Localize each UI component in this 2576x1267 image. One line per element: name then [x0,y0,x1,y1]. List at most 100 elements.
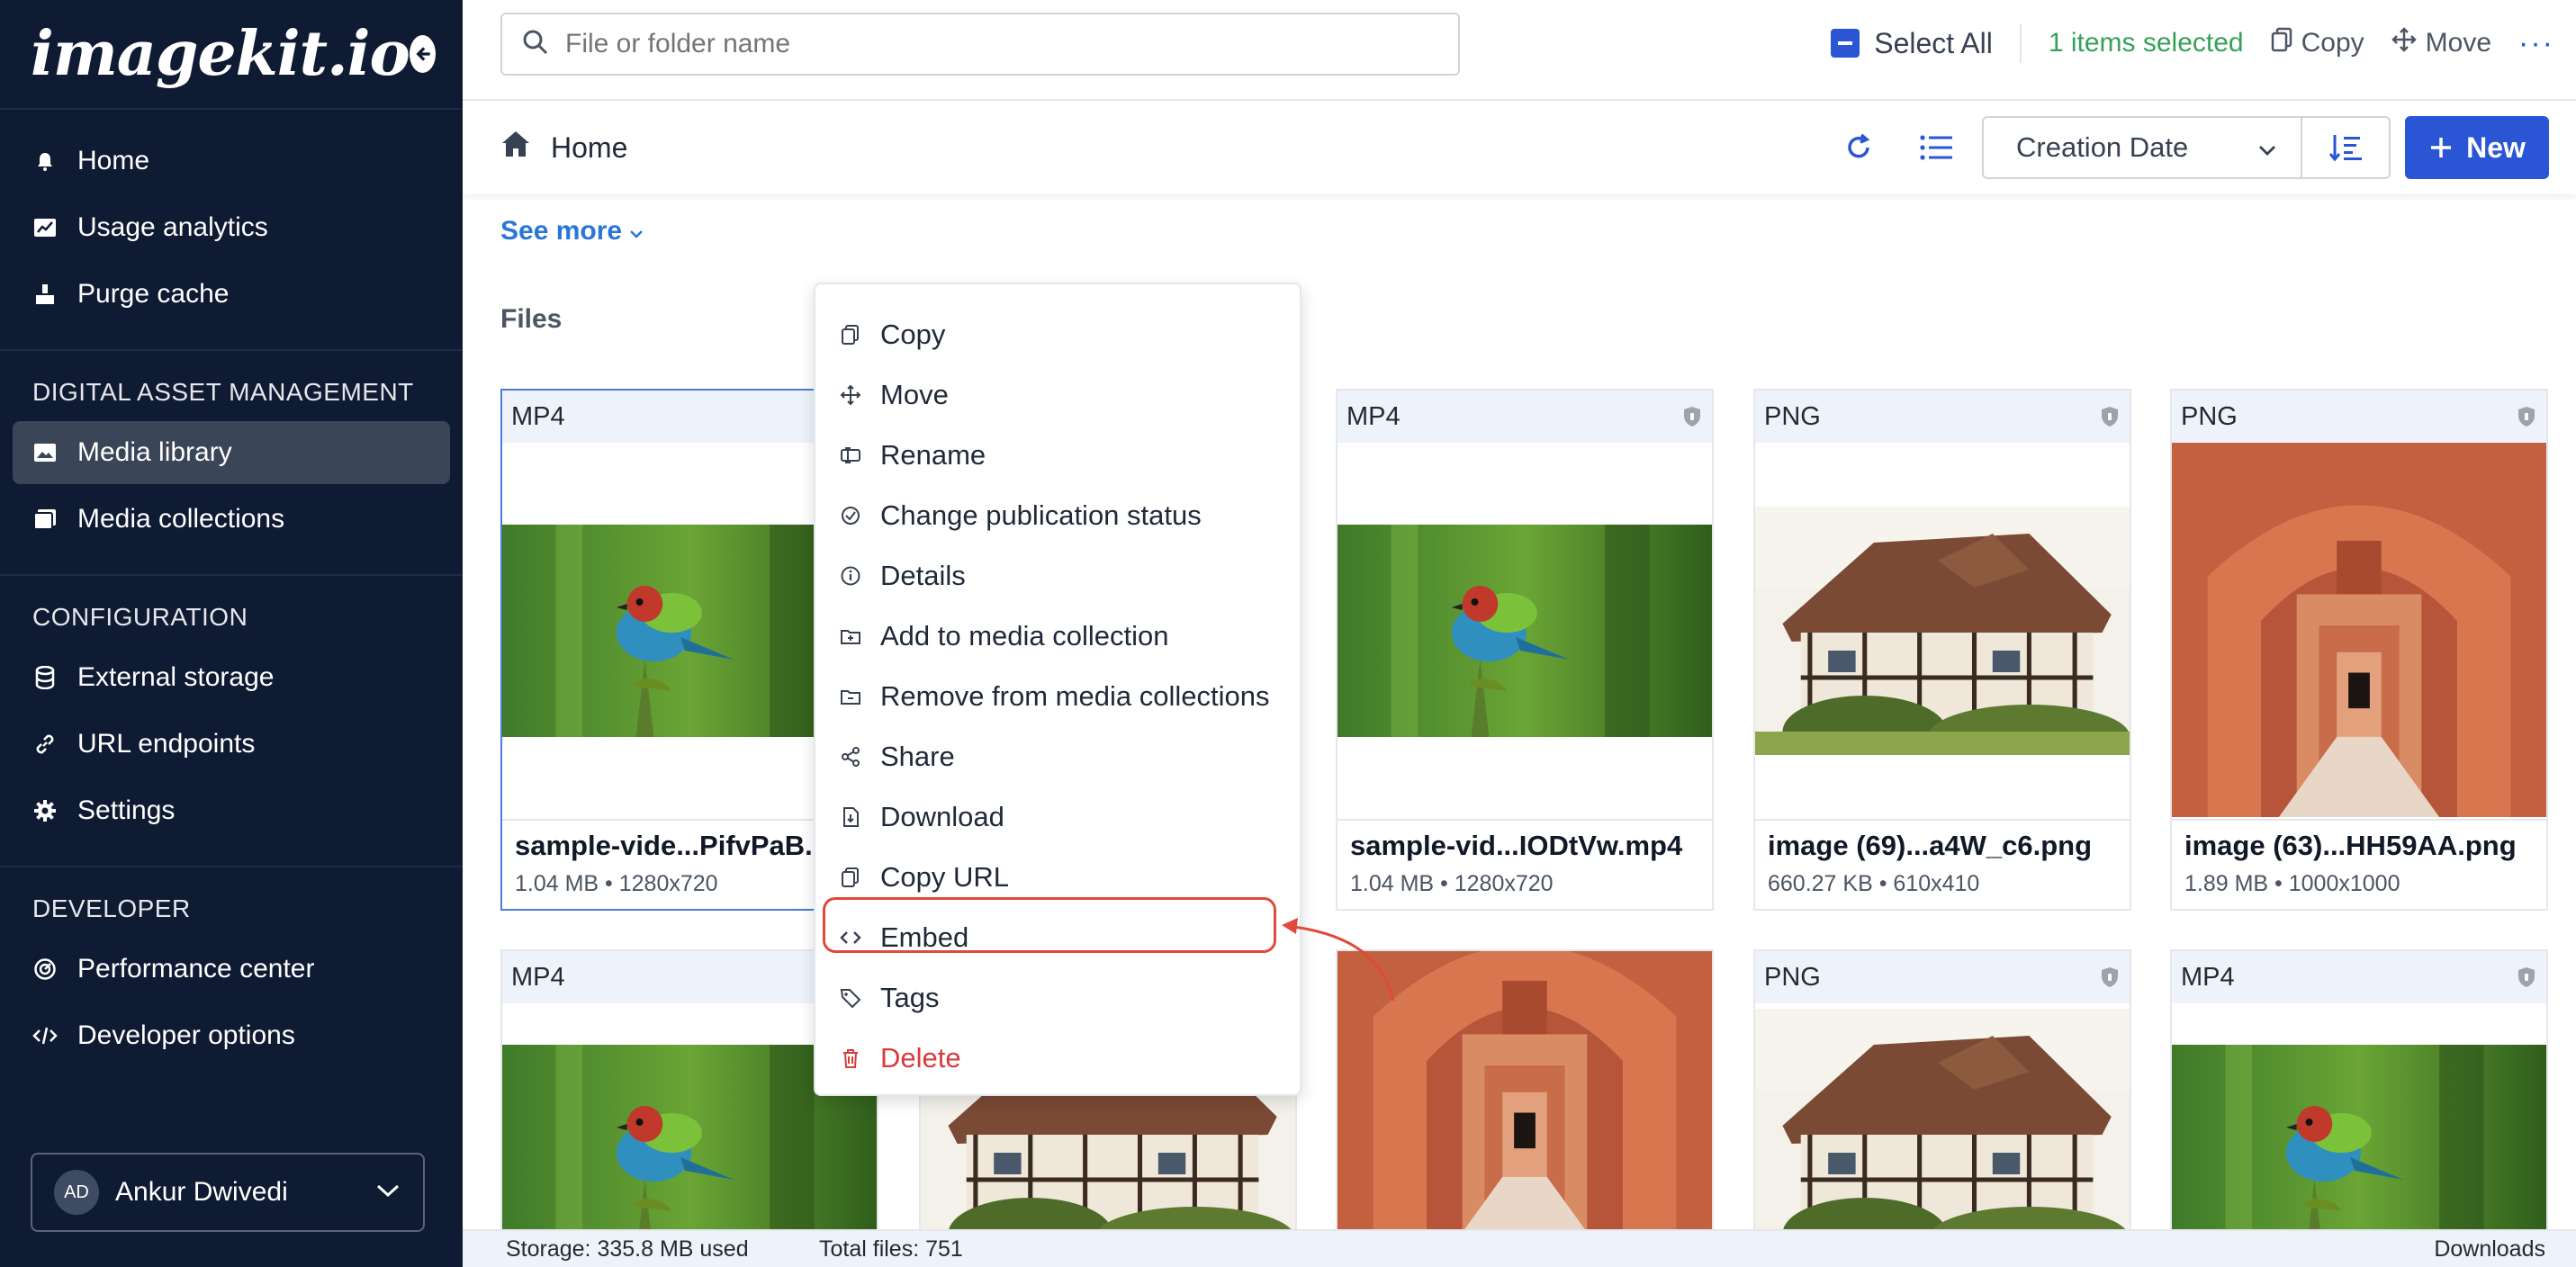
menu-item-share[interactable]: Share [815,726,1300,786]
collapse-sidebar-button[interactable] [409,35,436,73]
sidebar-item-developer-options[interactable]: Developer options [13,1004,450,1067]
broom-icon [32,282,58,307]
user-menu[interactable]: AD Ankur Dwivedi [31,1153,425,1232]
sidebar-item-media-library[interactable]: Media library [13,421,450,484]
copy-button[interactable]: Copy [2271,27,2364,59]
sidebar-item-label: Home [77,146,150,175]
move-button[interactable]: Move [2391,27,2491,59]
menu-item-add-to-media-collection[interactable]: Add to media collection [815,606,1300,666]
share-icon [839,745,862,768]
select-all-toggle[interactable]: Select All [1831,27,1993,60]
gauge-icon [32,957,58,982]
menu-item-label: Add to media collection [880,619,1169,651]
move-icon [839,383,862,407]
see-more-link[interactable]: See more [500,216,644,247]
file-meta: 660.27 KB • 610x410 [1768,871,1980,896]
new-button[interactable]: New [2405,116,2549,179]
sort-direction-button[interactable] [2302,116,2391,179]
sort-field-value: Creation Date [2016,131,2189,163]
move-label: Move [2425,28,2492,58]
list-view-button[interactable] [1905,116,1968,179]
sidebar-item-label: Settings [77,795,176,825]
breadcrumb: Home [500,130,627,166]
menu-item-copy[interactable]: Copy [815,304,1300,364]
list-icon [1920,135,1952,160]
file-card[interactable]: PNG [1753,949,2131,1255]
file-card[interactable]: PNG image (63)...HH59AA.png 1.89 MB • 10… [2170,389,2548,911]
arrow-left-icon [416,47,431,61]
file-meta: 1.89 MB • 1000x1000 [2184,871,2400,896]
storage-used: Storage: 335.8 MB used [506,1236,749,1262]
new-button-label: New [2466,130,2526,164]
sidebar-item-usage-analytics[interactable]: Usage analytics [13,196,450,259]
home-icon[interactable] [500,130,531,166]
indeterminate-checkbox[interactable] [1831,29,1860,58]
search-input[interactable] [565,29,1375,59]
sidebar-item-url-endpoints[interactable]: URL endpoints [13,713,450,776]
remove-collection-icon [839,685,862,708]
sidebar-item-external-storage[interactable]: External storage [13,646,450,709]
menu-item-move[interactable]: Move [815,364,1300,425]
sidebar-item-performance-center[interactable]: Performance center [13,938,450,1001]
refresh-button[interactable] [1827,116,1890,179]
refresh-icon [1848,133,1870,158]
file-card-footer: image (63)...HH59AA.png 1.89 MB • 1000x1… [2172,819,2546,909]
sidebar-item-purge-cache[interactable]: Purge cache [13,263,450,326]
file-type-badge: PNG [1764,962,1821,992]
sidebar-item-home[interactable]: Home [13,130,450,193]
menu-item-remove-from-media-collections[interactable]: Remove from media collections [815,666,1300,726]
toolbar: Home Creation Date New [463,101,2576,194]
search-box[interactable] [500,13,1460,76]
tag-icon [839,986,862,1010]
files-heading: Files [500,304,563,334]
chevron-down-icon [374,1182,401,1204]
shield-icon [2518,967,2535,987]
file-card-footer: image (69)...a4W_c6.png 660.27 KB • 610x… [1755,819,2130,909]
file-thumbnail[interactable] [1755,1003,2130,1254]
file-thumbnail[interactable] [2172,1003,2546,1254]
menu-item-label: Download [880,800,1004,832]
file-thumbnail[interactable] [1338,443,1712,819]
menu-item-delete[interactable]: Delete [815,1028,1300,1088]
nav-dam: DIGITAL ASSET MANAGEMENT Media library M… [0,351,463,576]
sidebar-item-label: Media collections [77,504,285,534]
info-icon [839,564,862,588]
move-icon [2391,27,2417,59]
sidebar-item-label: Performance center [77,954,315,984]
divider [2019,23,2022,63]
imagekit-logo[interactable]: imagekit.io [31,18,410,90]
file-thumbnail[interactable] [1338,951,1712,1254]
gear-icon [32,798,58,823]
file-card[interactable]: PNG image (69)...a4W_c6.png 660.27 KB • … [1753,389,2131,911]
menu-item-tags[interactable]: Tags [815,967,1300,1028]
status-bar: Storage: 335.8 MB used Total files: 751 … [463,1229,2576,1267]
link-icon [32,732,58,757]
top-bar: Select All 1 items selected Copy Move ··… [463,0,2576,101]
plus-icon [2431,138,2452,157]
file-card-header: PNG [1755,391,2130,443]
menu-item-change-publication-status[interactable]: Change publication status [815,485,1300,545]
downloads-link[interactable]: Downloads [2434,1236,2545,1263]
menu-item-details[interactable]: Details [815,545,1300,606]
total-files: Total files: 751 [819,1236,963,1262]
menu-item-rename[interactable]: Rename [815,425,1300,485]
file-card-header: PNG [2172,391,2546,443]
file-type-badge: MP4 [511,401,565,431]
file-name: image (63)...HH59AA.png [2184,830,2517,861]
file-thumbnail[interactable] [1755,443,2130,819]
file-type-badge: MP4 [2181,962,2235,992]
download-icon [839,805,862,829]
more-options-button[interactable]: ··· [2518,26,2554,61]
sidebar-item-settings[interactable]: Settings [13,779,450,842]
sidebar-item-label: Usage analytics [77,212,268,242]
copy-icon [839,323,862,346]
code-icon [32,1023,58,1048]
file-thumbnail[interactable] [2172,443,2546,819]
file-card[interactable]: MP4 sample-vid...IODtVw.mp4 1.04 MB • 12… [1336,389,1714,911]
menu-item-download[interactable]: Download [815,786,1300,847]
sort-field-select[interactable]: Creation Date [1982,116,2302,179]
file-card[interactable]: MP4 [2170,949,2548,1255]
breadcrumb-home[interactable]: Home [551,131,627,165]
file-type-badge: PNG [1764,401,1821,431]
sidebar-item-media-collections[interactable]: Media collections [13,488,450,551]
